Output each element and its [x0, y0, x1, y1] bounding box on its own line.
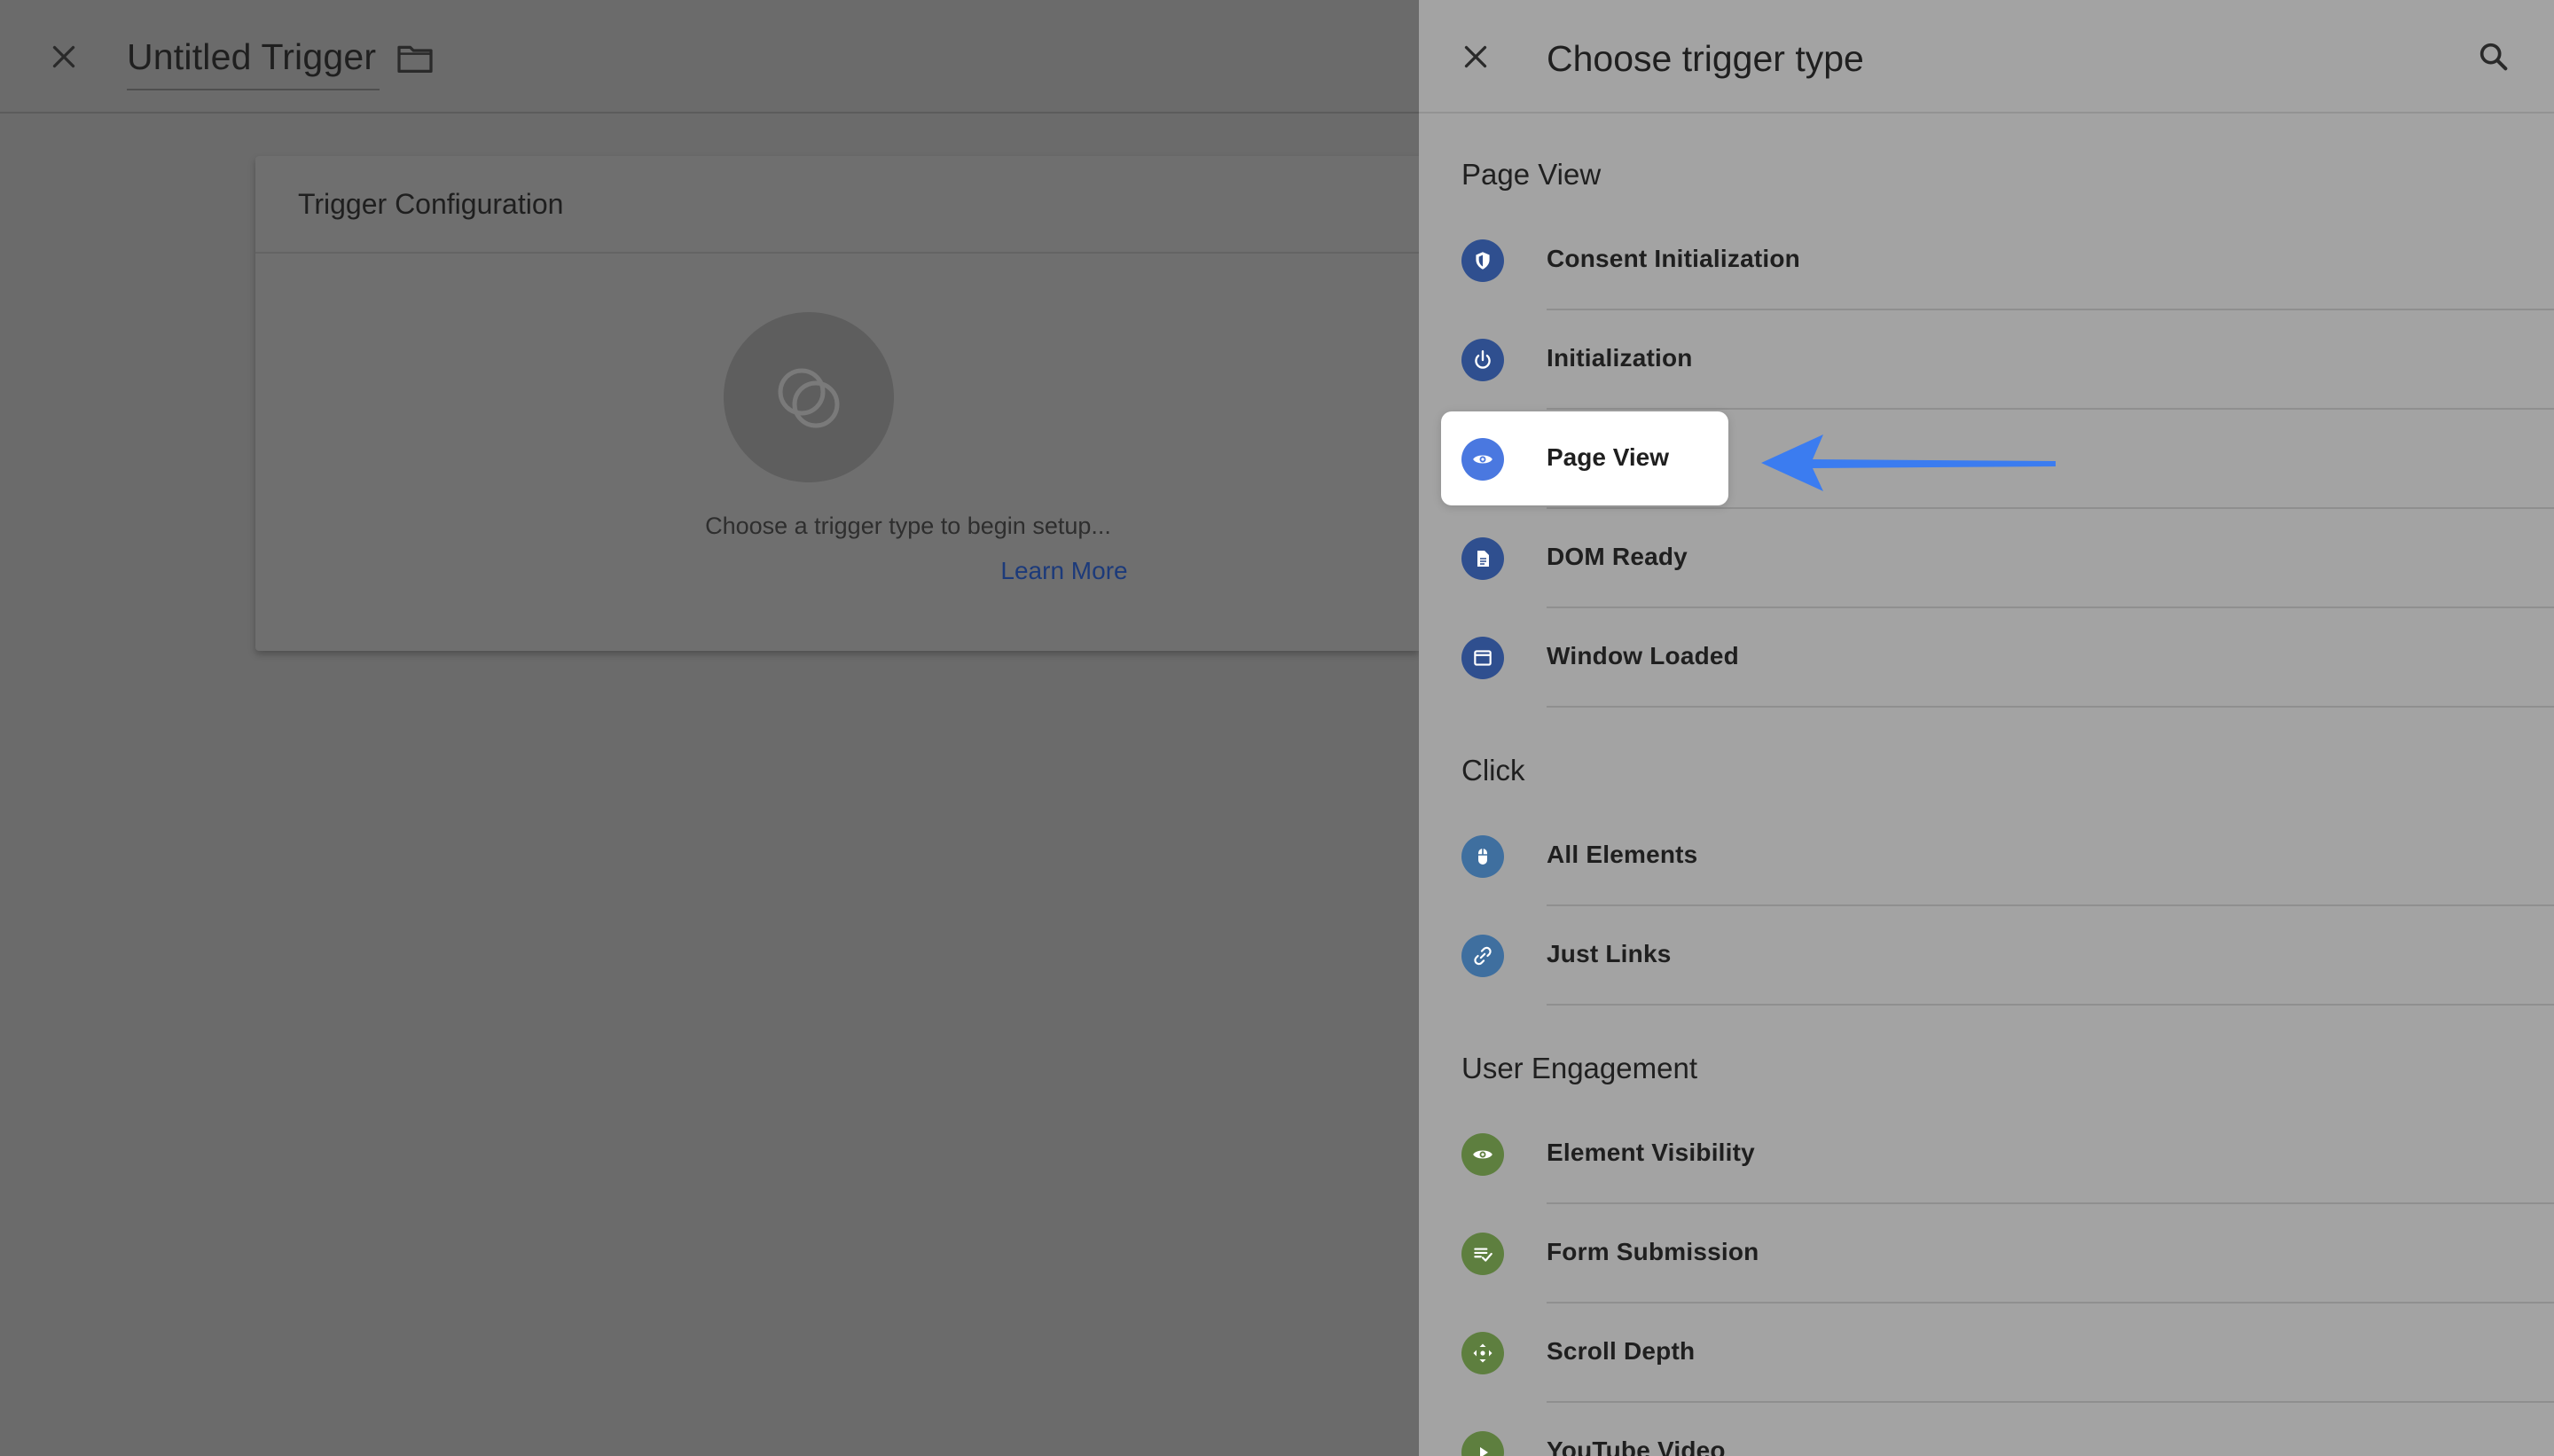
trigger-item-form-submission[interactable]: Form Submission [1419, 1206, 2554, 1303]
divider [1547, 309, 2554, 310]
divider [1547, 1302, 2554, 1303]
play-icon [1461, 1431, 1504, 1456]
close-editor-button[interactable] [35, 28, 92, 85]
divider [1547, 1004, 2554, 1006]
trigger-item-label: Initialization [1547, 344, 1693, 372]
search-button[interactable] [2465, 28, 2522, 85]
divider [1547, 408, 2554, 410]
annotation-arrow-icon [1761, 434, 2056, 491]
trigger-item-all-elements[interactable]: All Elements [1419, 809, 2554, 906]
trigger-item-label: Scroll Depth [1547, 1337, 1696, 1365]
section-title-user-engagement: User Engagement [1461, 1052, 1697, 1084]
trigger-editor: Untitled Trigger Trigger Configuration C… [0, 0, 1419, 1456]
search-icon [2480, 43, 2508, 71]
trigger-item-label: DOM Ready [1547, 543, 1688, 570]
trigger-item-label: Just Links [1547, 940, 1672, 967]
form-check-icon [1461, 1233, 1504, 1275]
power-icon [1461, 339, 1504, 381]
trigger-item-page-view[interactable]: Page View [1441, 411, 1728, 505]
trigger-item-scroll-depth[interactable]: Scroll Depth [1419, 1305, 2554, 1403]
browser-window-icon [1461, 637, 1504, 679]
document-icon [1461, 537, 1504, 580]
choose-trigger-type-panel: Choose trigger type Page View Consent In… [1419, 0, 2554, 1456]
empty-state-message: Choose a trigger type to begin setup... [705, 513, 1111, 539]
divider [1547, 904, 2554, 906]
trigger-item-label: Page View [1547, 443, 1670, 471]
trigger-item-element-visibility[interactable]: Element Visibility [1419, 1107, 2554, 1204]
panel-title: Choose trigger type [1547, 38, 1864, 79]
trigger-name: Untitled Trigger [127, 36, 377, 77]
trigger-item-label: Element Visibility [1547, 1139, 1755, 1166]
trigger-item-window-loaded[interactable]: Window Loaded [1419, 610, 2554, 708]
eye-icon [1461, 1133, 1504, 1176]
trigger-configuration-card[interactable]: Trigger Configuration Choose a trigger t… [255, 156, 1419, 651]
card-title: Trigger Configuration [298, 188, 564, 220]
trigger-placeholder-icon[interactable] [724, 312, 894, 482]
trigger-item-just-links[interactable]: Just Links [1419, 908, 2554, 1006]
trigger-item-dom-ready[interactable]: DOM Ready [1419, 511, 2554, 608]
folder-icon [397, 45, 433, 74]
learn-more-link[interactable]: Learn More [975, 557, 1153, 585]
divider [1547, 607, 2554, 608]
trigger-item-youtube-video[interactable]: YouTube Video [1419, 1405, 2554, 1456]
divider [1547, 706, 2554, 708]
panel-header: Choose trigger type [1419, 0, 2554, 114]
trigger-item-consent-initialization[interactable]: Consent Initialization [1419, 213, 2554, 310]
close-icon [52, 45, 75, 68]
editor-header: Untitled Trigger [0, 0, 1419, 114]
mouse-icon [1461, 835, 1504, 878]
trigger-item-label: All Elements [1547, 841, 1698, 868]
trigger-item-label: YouTube Video [1547, 1436, 1726, 1456]
scroll-move-icon [1461, 1332, 1504, 1374]
trigger-item-label: Consent Initialization [1547, 245, 1800, 272]
trigger-name-field[interactable]: Untitled Trigger [127, 30, 380, 90]
divider [1547, 1401, 2554, 1403]
trigger-item-label: Form Submission [1547, 1238, 1759, 1265]
section-title-page-view: Page View [1461, 158, 1602, 191]
link-icon [1461, 935, 1504, 977]
screen: Untitled Trigger Trigger Configuration C… [0, 0, 2554, 1456]
section-title-click: Click [1461, 754, 1525, 787]
divider [1547, 507, 2554, 509]
card-header: Trigger Configuration [255, 156, 1419, 254]
eye-icon [1461, 438, 1504, 481]
overlapping-circles-icon [778, 368, 840, 428]
trigger-item-initialization[interactable]: Initialization [1419, 312, 2554, 410]
close-icon [1464, 45, 1487, 68]
folder-button[interactable] [392, 35, 438, 82]
close-panel-button[interactable] [1447, 28, 1504, 85]
shield-icon [1461, 239, 1504, 282]
trigger-item-label: Window Loaded [1547, 642, 1739, 669]
divider [1547, 1202, 2554, 1204]
